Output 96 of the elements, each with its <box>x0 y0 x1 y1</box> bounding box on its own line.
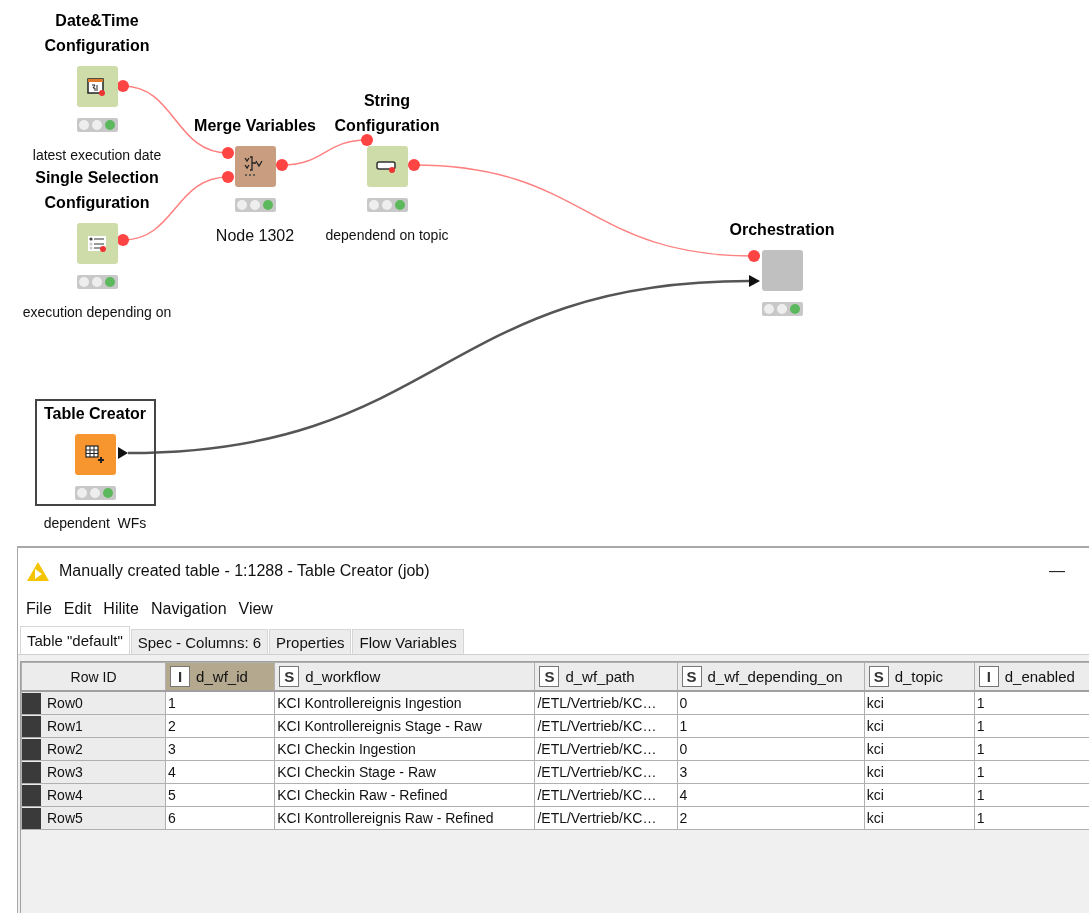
node-block[interactable] <box>74 434 116 475</box>
row-id: Row0 <box>47 695 83 711</box>
type-badge: I <box>170 666 191 687</box>
table-cell: kci <box>864 691 975 715</box>
row-marker-icon <box>22 692 41 714</box>
node-title: Date&Time Configuration <box>44 11 150 56</box>
type-badge: I <box>978 666 999 687</box>
node-block[interactable] <box>76 66 118 107</box>
node-title: Orchestration <box>729 220 835 240</box>
column-header[interactable]: S d_workflow <box>274 662 535 691</box>
table-cell: 4 <box>677 783 865 807</box>
column-name: d_enabled <box>1004 668 1075 685</box>
table-cell: KCI Kontrollereignis Stage - Raw <box>274 714 535 738</box>
node-label: Node 1302 <box>215 227 295 244</box>
type-badge: S <box>539 666 560 687</box>
menu-item[interactable]: View <box>232 600 279 618</box>
table-plus-icon <box>84 443 106 466</box>
column-name: d_topic <box>894 668 944 685</box>
row-marker-icon <box>22 784 41 806</box>
node-block[interactable] <box>234 146 276 187</box>
column-header[interactable]: S d_topic <box>864 662 975 691</box>
table-cell: 0 <box>677 691 865 715</box>
table-cell: 1 <box>165 691 275 715</box>
table-cell: 0 <box>677 737 865 761</box>
column-name: d_wf_depending_on <box>707 668 843 685</box>
menu-item[interactable]: Hilite <box>97 600 145 618</box>
node-label: dependent WFs <box>43 515 147 532</box>
row-id: Row4 <box>47 787 83 803</box>
window-title: Manually created table - 1:1288 - Table Creator (job) <box>59 562 431 580</box>
tab[interactable]: Table "default" <box>20 626 130 654</box>
tab[interactable]: Spec - Columns: 6 <box>130 629 269 654</box>
column-name: d_wf_path <box>565 668 635 685</box>
node-title: Table Creator <box>44 404 146 424</box>
port-icon[interactable] <box>118 447 128 459</box>
table-cell: 1 <box>974 760 1089 784</box>
tab[interactable]: Properties <box>269 629 352 654</box>
column-header[interactable]: S d_wf_depending_on <box>677 662 865 691</box>
table-cell: KCI Kontrollereignis Ingestion <box>274 691 535 715</box>
text-field-icon <box>376 158 398 175</box>
table-cell: /ETL/Vertrieb/KC… <box>534 806 677 830</box>
node-title: String Configuration <box>334 91 440 136</box>
menu-item[interactable]: File <box>20 600 58 618</box>
warning-icon <box>26 560 50 582</box>
table-cell: 1 <box>974 714 1089 738</box>
table-cell: KCI Kontrollereignis Raw - Refined <box>274 806 535 830</box>
node-title: Merge Variables <box>194 116 316 136</box>
calendar-icon <box>87 76 107 97</box>
row-marker-icon <box>22 807 41 829</box>
type-badge: S <box>681 666 702 687</box>
table-cell: 1 <box>677 714 865 738</box>
table-cell: KCI Checkin Ingestion <box>274 737 535 761</box>
radio-list-icon <box>87 233 107 254</box>
row-id: Row3 <box>47 764 83 780</box>
tab[interactable]: Flow Variables <box>352 629 464 654</box>
row-id: Row1 <box>47 718 83 734</box>
node-block[interactable] <box>761 250 803 291</box>
table-cell: /ETL/Vertrieb/KC… <box>534 760 677 784</box>
row-marker-icon <box>22 738 41 760</box>
node-block[interactable] <box>366 146 408 187</box>
table-cell: /ETL/Vertrieb/KC… <box>534 714 677 738</box>
table-cell: kci <box>864 783 975 807</box>
row-marker-icon <box>22 761 41 783</box>
table-cell: KCI Checkin Stage - Raw <box>274 760 535 784</box>
column-name: d_workflow <box>305 668 381 685</box>
column-header[interactable]: Row ID <box>21 662 166 691</box>
node-label: dependend on topic <box>325 227 449 244</box>
table-cell: 1 <box>974 691 1089 715</box>
table-cell: kci <box>864 714 975 738</box>
node-block[interactable] <box>76 223 118 264</box>
row-id: Row5 <box>47 810 83 826</box>
table-cell: 1 <box>974 806 1089 830</box>
type-badge: S <box>868 666 889 687</box>
table-cell: 3 <box>677 760 865 784</box>
node-label: latest execution date <box>32 147 162 164</box>
column-header[interactable]: S d_wf_path <box>534 662 677 691</box>
minimize-button[interactable]: — <box>1035 562 1079 580</box>
node-label: execution depending on <box>22 304 172 321</box>
table-cell: /ETL/Vertrieb/KC… <box>534 737 677 761</box>
table-cell: kci <box>864 760 975 784</box>
menu-item[interactable]: Navigation <box>144 600 233 618</box>
table-cell: 2 <box>677 806 865 830</box>
table-cell: 1 <box>974 737 1089 761</box>
table-cell: kci <box>864 806 975 830</box>
column-name: d_wf_id <box>196 668 248 685</box>
column-header[interactable]: I d_enabled <box>974 662 1089 691</box>
table-cell: /ETL/Vertrieb/KC… <box>534 691 677 715</box>
table-cell: 1 <box>974 783 1089 807</box>
table-cell: kci <box>864 737 975 761</box>
table-cell: KCI Checkin Raw - Refined <box>274 783 535 807</box>
type-badge: S <box>279 666 300 687</box>
table-cell: /ETL/Vertrieb/KC… <box>534 783 677 807</box>
row-id: Row2 <box>47 741 83 757</box>
column-header[interactable]: I d_wf_id <box>165 662 275 691</box>
node-title: Single Selection Configuration <box>35 168 159 213</box>
menu-item[interactable]: Edit <box>57 600 98 618</box>
row-marker-icon <box>22 715 41 737</box>
